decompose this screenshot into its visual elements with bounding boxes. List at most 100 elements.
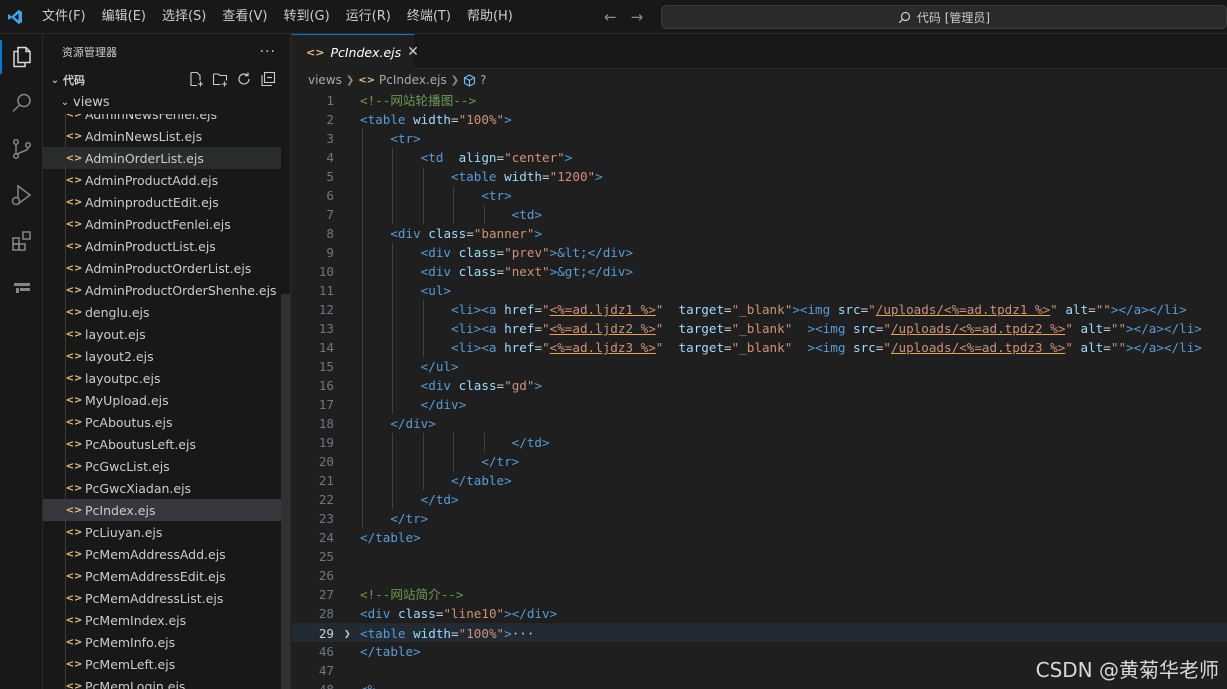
fold-chevron-icon[interactable]: ❯ <box>344 624 351 643</box>
file-item[interactable]: <> PcMemLeft.ejs <box>43 653 281 675</box>
file-label: PcMemIndex.ejs <box>85 612 187 628</box>
file-item[interactable]: <> layout2.ejs <box>43 345 281 367</box>
line-number: 2 <box>326 112 334 127</box>
file-item[interactable]: <> AdminNewsList.ejs <box>43 125 281 147</box>
file-label: layout.ejs <box>85 326 146 342</box>
line-number: 46 <box>318 644 334 659</box>
code-text: <ul> <box>420 283 452 298</box>
code-line: 20 </tr> <box>292 452 1227 471</box>
code-text: </tr> <box>390 511 429 526</box>
tab-pcindex[interactable]: <> PcIndex.ejs ✕ <box>292 34 419 69</box>
file-item[interactable]: <> PcIndex.ejs <box>43 499 281 521</box>
file-label: AdminNewsFenlei.ejs <box>85 114 218 122</box>
file-label: AdminNewsList.ejs <box>85 128 203 144</box>
menu-terminal[interactable]: 终端(T) <box>399 0 459 34</box>
sidebar-scrollbar[interactable] <box>281 294 290 689</box>
file-item[interactable]: <> PcGwcXiadan.ejs <box>43 477 281 499</box>
ejs-file-icon: <> <box>65 570 83 582</box>
ejs-file-icon: <> <box>65 526 83 538</box>
code-text: <!--网站轮播图--> <box>360 93 477 108</box>
new-file-icon[interactable] <box>188 71 204 87</box>
source-control-icon[interactable] <box>0 126 43 172</box>
more-actions-icon[interactable]: ··· <box>260 44 276 60</box>
command-center[interactable]: 代码 [管理员] <box>661 5 1227 29</box>
ejs-file-icon: <> <box>65 284 83 296</box>
file-item[interactable]: <> layoutpc.ejs <box>43 367 281 389</box>
file-item[interactable]: <> PcMemAddressList.ejs <box>43 587 281 609</box>
file-item[interactable]: <> PcMemIndex.ejs <box>43 609 281 631</box>
menu-edit[interactable]: 编辑(E) <box>94 0 154 34</box>
ejs-file-icon: <> <box>65 680 83 689</box>
file-item[interactable]: <> AdminProductOrderShenhe.ejs <box>43 279 281 301</box>
file-label: PcMemLogin.ejs <box>85 678 186 689</box>
forward-arrow-icon[interactable]: → <box>631 8 644 26</box>
breadcrumb-file[interactable]: PcIndex.ejs <box>379 73 447 87</box>
file-item[interactable]: <> AdminOrderList.ejs <box>43 147 281 169</box>
collapse-all-icon[interactable] <box>260 71 276 87</box>
workspace-folder[interactable]: ⌄ 代码 <box>43 69 290 91</box>
explorer-icon[interactable] <box>0 34 43 80</box>
menu-go[interactable]: 转到(G) <box>275 0 337 34</box>
line-number: 14 <box>318 340 334 355</box>
file-item[interactable]: <> denglu.ejs <box>43 301 281 323</box>
file-item[interactable]: <> PcAboutus.ejs <box>43 411 281 433</box>
file-item[interactable]: <> PcMemAddressAdd.ejs <box>43 543 281 565</box>
file-item[interactable]: <> PcMemInfo.ejs <box>43 631 281 653</box>
line-number: 25 <box>318 549 334 564</box>
file-item[interactable]: <> AdminproductEdit.ejs <box>43 191 281 213</box>
file-item[interactable]: <> MyUpload.ejs <box>43 389 281 411</box>
menu-selection[interactable]: 选择(S) <box>154 0 214 34</box>
menu-file[interactable]: 文件(F) <box>34 0 94 34</box>
file-label: PcAboutusLeft.ejs <box>85 436 196 452</box>
line-number: 18 <box>318 416 334 431</box>
ejs-file-icon: <> <box>65 636 83 648</box>
new-folder-icon[interactable] <box>212 71 228 87</box>
file-item[interactable]: <> AdminProductList.ejs <box>43 235 281 257</box>
code-text: <tr> <box>390 131 421 146</box>
file-item[interactable]: <> PcGwcList.ejs <box>43 455 281 477</box>
file-item[interactable]: <> PcAboutusLeft.ejs <box>43 433 281 455</box>
file-item[interactable]: <> PcMemAddressEdit.ejs <box>43 565 281 587</box>
search-icon <box>898 11 911 23</box>
views-folder[interactable]: ⌄ views <box>43 91 290 113</box>
breadcrumb-views[interactable]: views <box>308 73 342 87</box>
search-view-icon[interactable] <box>0 80 43 126</box>
code-text: <li><a href="<%=ad.ljdz3 %>" target="_bl… <box>451 340 1202 355</box>
file-label: PcLiuyan.ejs <box>85 524 163 540</box>
code-line: 15 </ul> <box>292 357 1227 376</box>
code-text: <td align="center"> <box>420 150 573 165</box>
tab-label: PcIndex.ejs <box>330 44 402 60</box>
code-text: <!--网站简介--> <box>360 587 464 602</box>
file-item[interactable]: <> layout.ejs <box>43 323 281 345</box>
file-item[interactable]: <> AdminProductAdd.ejs <box>43 169 281 191</box>
file-item[interactable]: <> AdminNewsFenlei.ejs <box>43 114 281 125</box>
line-number: 3 <box>326 131 334 146</box>
file-label: PcMemLeft.ejs <box>85 656 176 672</box>
refresh-icon[interactable] <box>236 71 252 87</box>
back-arrow-icon[interactable]: ← <box>604 8 617 26</box>
extensions-icon[interactable] <box>0 218 43 264</box>
menu-view[interactable]: 查看(V) <box>214 0 275 34</box>
file-item[interactable]: <> PcMemLogin.ejs <box>43 675 281 689</box>
line-number: 27 <box>318 587 334 602</box>
file-item[interactable]: <> PcLiuyan.ejs <box>43 521 281 543</box>
breadcrumb-symbol[interactable]: ? <box>480 73 486 87</box>
file-item[interactable]: <> AdminProductFenlei.ejs <box>43 213 281 235</box>
code-line: 8 <div class="banner"> <box>292 224 1227 243</box>
file-label: PcAboutus.ejs <box>85 414 173 430</box>
file-item[interactable]: <> AdminProductOrderList.ejs <box>43 257 281 279</box>
close-icon[interactable]: ✕ <box>407 44 419 60</box>
run-debug-icon[interactable] <box>0 172 43 218</box>
remote-explorer-icon[interactable] <box>0 264 43 310</box>
chevron-down-icon: ⌄ <box>60 96 70 108</box>
menu-help[interactable]: 帮助(H) <box>459 0 521 34</box>
line-number: 29 <box>318 626 334 641</box>
sidebar-title: 资源管理器 <box>62 45 117 59</box>
code-line: 21 </table> <box>292 471 1227 490</box>
code-editor[interactable]: 1 <!--网站轮播图--> 2 <table width="100%"> 3 <tr>… <box>292 91 1227 689</box>
file-label: layoutpc.ejs <box>85 370 161 386</box>
line-number: 13 <box>318 321 334 336</box>
menu-run[interactable]: 运行(R) <box>338 0 399 34</box>
line-number: 16 <box>318 378 334 393</box>
code-text: <div class="prev">&lt;</div> <box>420 245 634 260</box>
